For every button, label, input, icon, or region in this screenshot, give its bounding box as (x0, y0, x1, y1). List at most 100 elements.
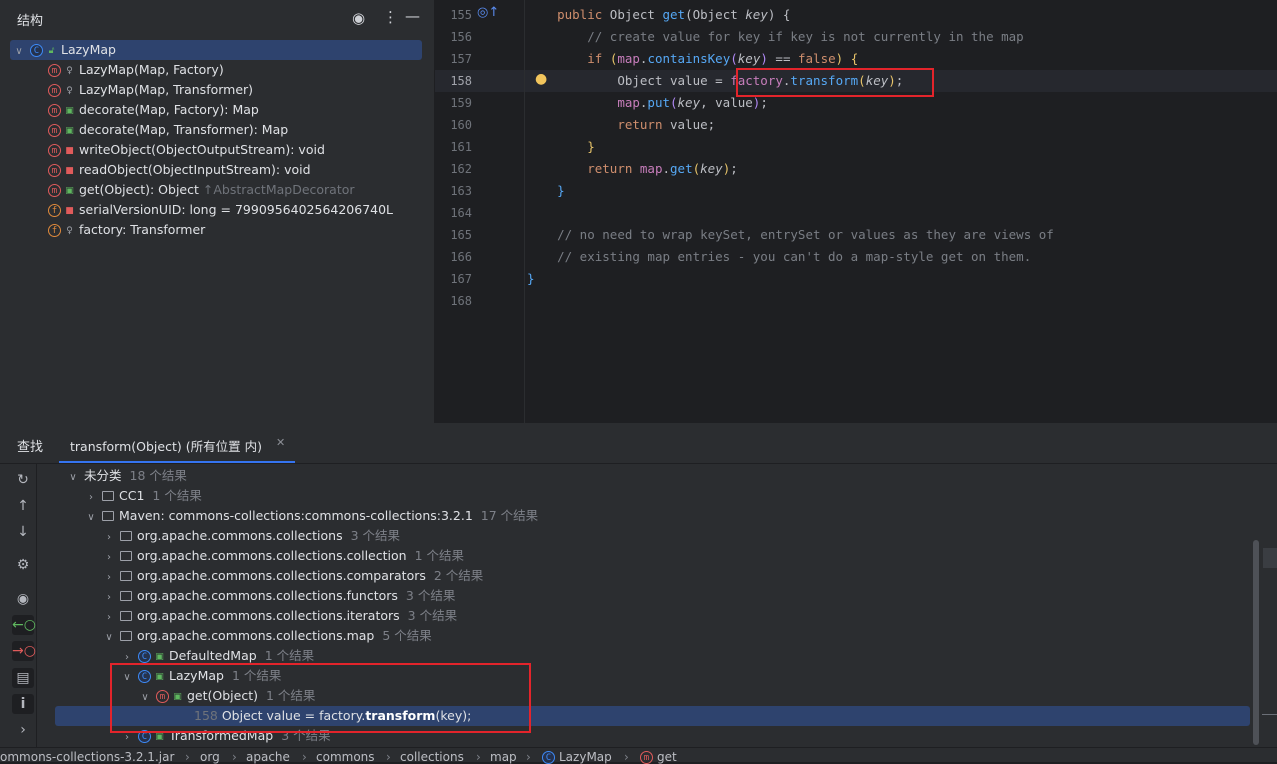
rerun-icon[interactable]: ↻ (12, 472, 34, 488)
private-lock-icon: ■ (65, 145, 74, 156)
chevron-down-icon[interactable]: ∨ (84, 508, 98, 528)
minimize-icon[interactable]: — (405, 7, 420, 25)
gear-icon[interactable]: ⚙ (12, 557, 34, 573)
chevron-right-icon[interactable]: › (102, 568, 116, 588)
code-line-163[interactable]: } (527, 180, 565, 202)
code-line-155[interactable]: public Object get(Object key) { (527, 4, 790, 26)
annotation-highlight-box (736, 68, 934, 97)
result-package[interactable]: ∨ org.apache.commons.collections.map 5 个结果 (102, 626, 432, 648)
chevron-down-icon[interactable]: ∨ (102, 628, 116, 648)
code-comment: // existing map entries - you can't do a… (557, 249, 1032, 264)
structure-item[interactable]: m ▣ decorate(Map, Factory): Map (48, 100, 259, 120)
method-icon: m (48, 164, 61, 177)
write-access-icon[interactable]: →○ (12, 641, 36, 661)
result-package[interactable]: › org.apache.commons.collections 3 个结果 (102, 526, 400, 546)
line-number: 159 (450, 96, 472, 110)
breadcrumb-item[interactable]: apache (246, 750, 290, 764)
line-number-current: 158 (450, 74, 472, 88)
result-count: 17 个结果 (480, 508, 539, 523)
structure-item-label: decorate(Map, Factory): Map (79, 102, 259, 117)
code-line-162[interactable]: return map.get(key); (527, 158, 738, 180)
result-count: 3 个结果 (407, 608, 458, 623)
read-access-icon[interactable]: ←○ (12, 615, 36, 635)
structure-item[interactable]: m ▣ decorate(Map, Transformer): Map (48, 120, 288, 140)
code-line-167[interactable]: } (527, 268, 535, 290)
structure-item[interactable]: m ■ writeObject(ObjectOutputStream): void (48, 140, 325, 160)
code-line-156[interactable]: // create value for key if key is not cu… (527, 26, 1024, 48)
result-package[interactable]: › org.apache.commons.collections.comparat… (102, 566, 483, 586)
structure-item-label: writeObject(ObjectOutputStream): void (79, 142, 325, 157)
find-tool-label: 查找 (17, 440, 44, 455)
result-package[interactable]: › org.apache.commons.collections.collecti… (102, 546, 464, 566)
public-icon: 🔓︎ (48, 45, 55, 56)
chevron-right-icon[interactable]: › (102, 588, 116, 608)
row-label: org.apache.commons.collections.iterators (137, 608, 400, 623)
group-by-folder-icon[interactable]: ▤ (12, 668, 34, 688)
breadcrumb-separator: › (624, 750, 629, 764)
code-comment: // no need to wrap keySet, entrySet or v… (557, 227, 1054, 242)
structure-item[interactable]: m ♀ LazyMap(Map, Transformer) (48, 80, 253, 100)
code-line-164[interactable] (527, 202, 535, 224)
chevron-down-icon[interactable]: ∨ (66, 468, 80, 488)
breadcrumb-item[interactable]: ommons-collections-3.2.1.jar (0, 750, 174, 764)
chevron-right-icon[interactable]: › (12, 722, 34, 738)
breadcrumb-separator: › (526, 750, 531, 764)
package-private-icon: ♀ (66, 225, 73, 236)
structure-root-lazymap[interactable]: ∨ C 🔓︎ LazyMap (12, 40, 116, 60)
line-number: 166 (450, 250, 472, 264)
vertical-scrollbar[interactable] (1253, 540, 1259, 745)
chevron-down-icon[interactable]: ∨ (12, 42, 26, 62)
line-number: 164 (450, 206, 472, 220)
eye-icon[interactable]: ◉ (12, 591, 34, 607)
structure-item[interactable]: m ▣ get(Object): Object ↑AbstractMapDecora… (48, 180, 355, 200)
structure-item[interactable]: m ♀ LazyMap(Map, Factory) (48, 60, 224, 80)
result-group-maven[interactable]: ∨ Maven: commons-collections:commons-coll… (84, 506, 538, 526)
breadcrumb-item-method[interactable]: m get (640, 750, 677, 764)
code-line-166[interactable]: // existing map entries - you can't do a… (527, 246, 1031, 268)
structure-item-label: serialVersionUID: long = 799095640256420… (79, 202, 394, 217)
result-group-cc1[interactable]: › CC1 1 个结果 (84, 486, 202, 506)
structure-item[interactable]: f ■ serialVersionUID: long = 7990956402564… (48, 200, 393, 220)
result-package[interactable]: › org.apache.commons.collections.iterator… (102, 606, 457, 626)
row-label: DefaultedMap (169, 648, 257, 663)
result-count: 5 个结果 (382, 628, 432, 643)
breadcrumb-item[interactable]: commons (316, 750, 375, 764)
result-count: 1 个结果 (414, 548, 464, 563)
code-comment: // create value for key if key is not cu… (587, 29, 1024, 44)
close-icon[interactable]: ✕ (276, 436, 285, 449)
info-icon[interactable]: i (12, 694, 34, 714)
eye-icon[interactable]: ◉ (352, 9, 365, 27)
code-line-157[interactable]: if (map.containsKey(key) == false) { (527, 48, 858, 70)
override-gutter-icon[interactable]: ◎↑ (477, 5, 499, 20)
scroll-marker (1263, 548, 1277, 568)
line-number: 162 (450, 162, 472, 176)
method-icon: m (48, 124, 61, 137)
breadcrumb-item[interactable]: map (490, 750, 517, 764)
method-icon: m (48, 84, 61, 97)
breadcrumb-item-class[interactable]: C LazyMap (542, 750, 612, 764)
code-line-165[interactable]: // no need to wrap keySet, entrySet or v… (527, 224, 1054, 246)
structure-item[interactable]: f ♀ factory: Transformer (48, 220, 205, 240)
structure-item[interactable]: m ■ readObject(ObjectInputStream): void (48, 160, 311, 180)
line-number: 155 (450, 8, 472, 22)
line-number: 168 (450, 294, 472, 308)
chevron-right-icon[interactable]: › (102, 548, 116, 568)
breadcrumb-item[interactable]: org (200, 750, 220, 764)
code-line-160[interactable]: return value; (527, 114, 715, 136)
row-label: org.apache.commons.collections (137, 528, 343, 543)
structure-item-label: LazyMap(Map, Factory) (79, 62, 224, 77)
result-count: 2 个结果 (433, 568, 484, 583)
code-line-161[interactable]: } (527, 136, 595, 158)
result-group-uncategorized[interactable]: ∨ 未分类 18 个结果 (66, 466, 187, 486)
chevron-right-icon[interactable]: › (102, 528, 116, 548)
breadcrumb-item[interactable]: collections (400, 750, 464, 764)
code-line-159[interactable]: map.put(key, value); (527, 92, 768, 114)
chevron-right-icon[interactable]: › (84, 488, 98, 508)
result-package[interactable]: › org.apache.commons.collections.functors… (102, 586, 455, 606)
arrow-up-icon[interactable]: ↑ (12, 498, 34, 514)
chevron-right-icon[interactable]: › (102, 608, 116, 628)
public-icon: ▣ (65, 185, 74, 196)
method-icon: m (48, 104, 61, 117)
more-vertical-icon[interactable]: ⋮ (383, 8, 398, 26)
arrow-down-icon[interactable]: ↓ (12, 524, 34, 540)
